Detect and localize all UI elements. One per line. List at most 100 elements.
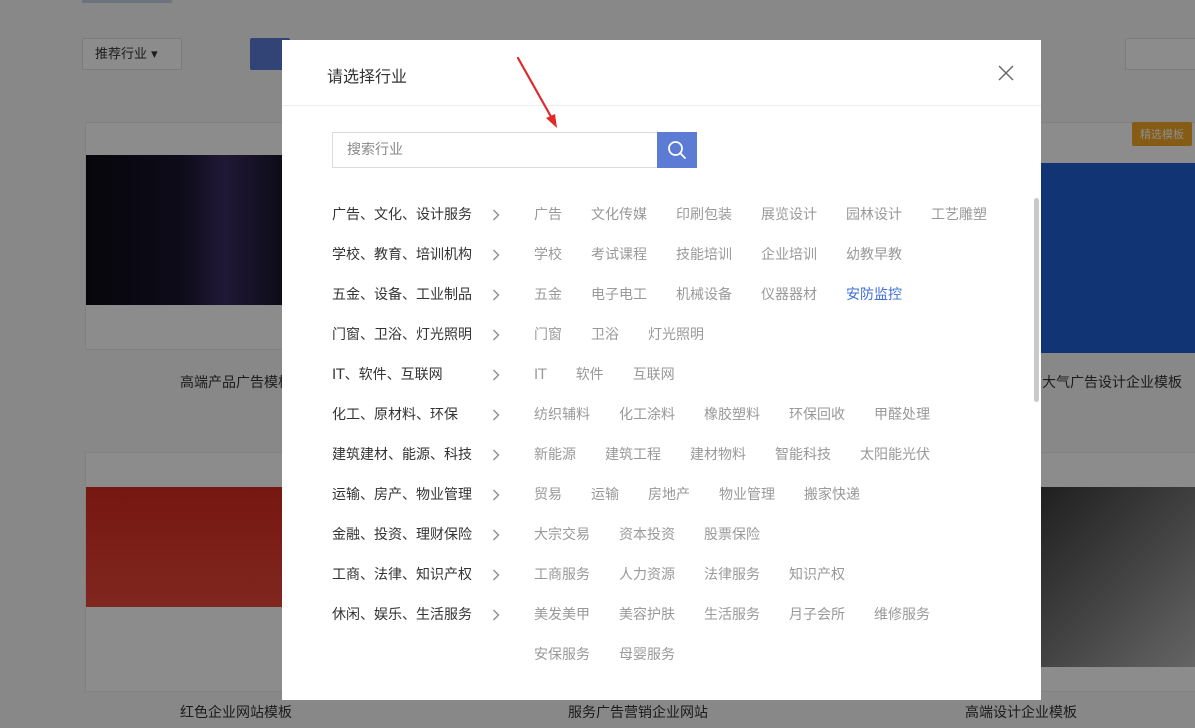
subcategory-item[interactable]: 运输: [591, 475, 619, 515]
subcategory-item[interactable]: 橡胶塑料: [704, 395, 760, 435]
subcategory-item[interactable]: 仪器器材: [761, 275, 817, 315]
subcategory-item[interactable]: 房地产: [648, 475, 690, 515]
category-expand-arrow[interactable]: [492, 195, 534, 235]
chevron-right-icon: [493, 449, 500, 461]
subcategory-item[interactable]: 安防监控: [846, 275, 902, 315]
subcategory-item[interactable]: 甲醛处理: [874, 395, 930, 435]
category-expand-arrow[interactable]: [492, 515, 534, 555]
subcategory-item[interactable]: 机械设备: [676, 275, 732, 315]
category-name[interactable]: 五金、设备、工业制品: [332, 275, 492, 315]
close-button[interactable]: [997, 64, 1015, 82]
chevron-right-icon: [493, 329, 500, 341]
category-name[interactable]: 化工、原材料、环保: [332, 395, 492, 435]
category-expand-arrow[interactable]: [492, 395, 534, 435]
subcategory-item[interactable]: 美发美甲: [534, 595, 590, 635]
category-name[interactable]: 运输、房产、物业管理: [332, 475, 492, 515]
subcategory-item[interactable]: 物业管理: [719, 475, 775, 515]
subcategory-item[interactable]: 卫浴: [591, 315, 619, 355]
category-name[interactable]: 广告、文化、设计服务: [332, 195, 492, 235]
category-name[interactable]: 工商、法律、知识产权: [332, 555, 492, 595]
subcategory-list: 五金 电子电工 机械设备 仪器器材 安防监控: [534, 275, 1032, 315]
subcategory-item[interactable]: 五金: [534, 275, 562, 315]
chevron-right-icon: [493, 249, 500, 261]
category-row: 广告、文化、设计服务 广告 文化传媒 印刷包装 展览设计 园林设计 工艺雕塑: [332, 195, 1032, 235]
subcategory-item[interactable]: 人力资源: [619, 555, 675, 595]
chevron-right-icon: [493, 529, 500, 541]
category-row: 五金、设备、工业制品 五金 电子电工 机械设备 仪器器材 安防监控: [332, 275, 1032, 315]
subcategory-item[interactable]: 环保回收: [789, 395, 845, 435]
subcategory-item[interactable]: 法律服务: [704, 555, 760, 595]
subcategory-item[interactable]: 搬家快递: [804, 475, 860, 515]
category-expand-arrow[interactable]: [492, 555, 534, 595]
category-expand-arrow[interactable]: [492, 235, 534, 275]
subcategory-item[interactable]: 美容护肤: [619, 595, 675, 635]
subcategory-item[interactable]: 化工涂料: [619, 395, 675, 435]
category-name[interactable]: IT、软件、互联网: [332, 355, 492, 395]
subcategory-item[interactable]: 建筑工程: [605, 435, 661, 475]
subcategory-item[interactable]: 股票保险: [704, 515, 760, 555]
subcategory-list: 学校 考试课程 技能培训 企业培训 幼教早教: [534, 235, 1032, 275]
subcategory-item[interactable]: 知识产权: [789, 555, 845, 595]
category-name[interactable]: 建筑建材、能源、科技: [332, 435, 492, 475]
search-button[interactable]: [657, 132, 697, 168]
subcategory-item[interactable]: 纺织辅料: [534, 395, 590, 435]
subcategory-item[interactable]: 维修服务: [874, 595, 930, 635]
subcategory-item[interactable]: 广告: [534, 195, 562, 235]
category-row: IT、软件、互联网 IT 软件 互联网: [332, 355, 1032, 395]
category-name[interactable]: 门窗、卫浴、灯光照明: [332, 315, 492, 355]
subcategory-item[interactable]: 园林设计: [846, 195, 902, 235]
category-name[interactable]: 休闲、娱乐、生活服务: [332, 595, 492, 635]
subcategory-item[interactable]: 印刷包装: [676, 195, 732, 235]
chevron-right-icon: [493, 369, 500, 381]
subcategory-item[interactable]: 生活服务: [704, 595, 760, 635]
category-row: 工商、法律、知识产权 工商服务 人力资源 法律服务 知识产权: [332, 555, 1032, 595]
subcategory-item[interactable]: 软件: [576, 355, 604, 395]
subcategory-item[interactable]: 考试课程: [591, 235, 647, 275]
close-icon: [998, 65, 1014, 81]
category-expand-arrow[interactable]: [492, 435, 534, 475]
modal-title: 请选择行业: [327, 67, 408, 86]
subcategory-item[interactable]: 电子电工: [591, 275, 647, 315]
subcategory-item[interactable]: 新能源: [534, 435, 576, 475]
subcategory-item[interactable]: 母婴服务: [619, 635, 675, 675]
subcategory-item[interactable]: 月子会所: [789, 595, 845, 635]
category-row: 门窗、卫浴、灯光照明 门窗 卫浴 灯光照明: [332, 315, 1032, 355]
subcategory-item[interactable]: 展览设计: [761, 195, 817, 235]
subcategory-item[interactable]: 工艺雕塑: [931, 195, 987, 235]
category-list: 广告、文化、设计服务 广告 文化传媒 印刷包装 展览设计 园林设计 工艺雕塑 学校、教育、培训…: [332, 195, 1032, 675]
subcategory-list: 门窗 卫浴 灯光照明: [534, 315, 1032, 355]
subcategory-item[interactable]: 建材物料: [690, 435, 746, 475]
subcategory-item[interactable]: 安保服务: [534, 635, 590, 675]
subcategory-item[interactable]: 互联网: [633, 355, 675, 395]
subcategory-item[interactable]: 资本投资: [619, 515, 675, 555]
category-name[interactable]: 金融、投资、理财保险: [332, 515, 492, 555]
subcategory-list: 工商服务 人力资源 法律服务 知识产权: [534, 555, 1032, 595]
subcategory-item[interactable]: 贸易: [534, 475, 562, 515]
subcategory-item[interactable]: 幼教早教: [846, 235, 902, 275]
subcategory-item[interactable]: 门窗: [534, 315, 562, 355]
chevron-right-icon: [493, 289, 500, 301]
subcategory-item[interactable]: 企业培训: [761, 235, 817, 275]
category-name[interactable]: 学校、教育、培训机构: [332, 235, 492, 275]
chevron-right-icon: [493, 209, 500, 221]
category-expand-arrow[interactable]: [492, 355, 534, 395]
subcategory-list: 纺织辅料 化工涂料 橡胶塑料 环保回收 甲醛处理: [534, 395, 1032, 435]
subcategory-item[interactable]: 学校: [534, 235, 562, 275]
subcategory-item[interactable]: 灯光照明: [648, 315, 704, 355]
subcategory-list: 新能源 建筑工程 建材物料 智能科技 太阳能光伏: [534, 435, 1032, 475]
category-expand-arrow[interactable]: [492, 315, 534, 355]
subcategory-item[interactable]: 太阳能光伏: [860, 435, 930, 475]
subcategory-item[interactable]: 文化传媒: [591, 195, 647, 235]
modal-scrollbar[interactable]: [1034, 198, 1039, 402]
subcategory-item[interactable]: 技能培训: [676, 235, 732, 275]
subcategory-item[interactable]: IT: [534, 355, 547, 395]
chevron-right-icon: [493, 569, 500, 581]
category-expand-arrow[interactable]: [492, 475, 534, 515]
category-expand-arrow[interactable]: [492, 595, 534, 635]
subcategory-item[interactable]: 工商服务: [534, 555, 590, 595]
category-row: 学校、教育、培训机构 学校 考试课程 技能培训 企业培训 幼教早教: [332, 235, 1032, 275]
subcategory-item[interactable]: 智能科技: [775, 435, 831, 475]
category-expand-arrow[interactable]: [492, 275, 534, 315]
industry-search-input[interactable]: [332, 132, 658, 168]
subcategory-item[interactable]: 大宗交易: [534, 515, 590, 555]
